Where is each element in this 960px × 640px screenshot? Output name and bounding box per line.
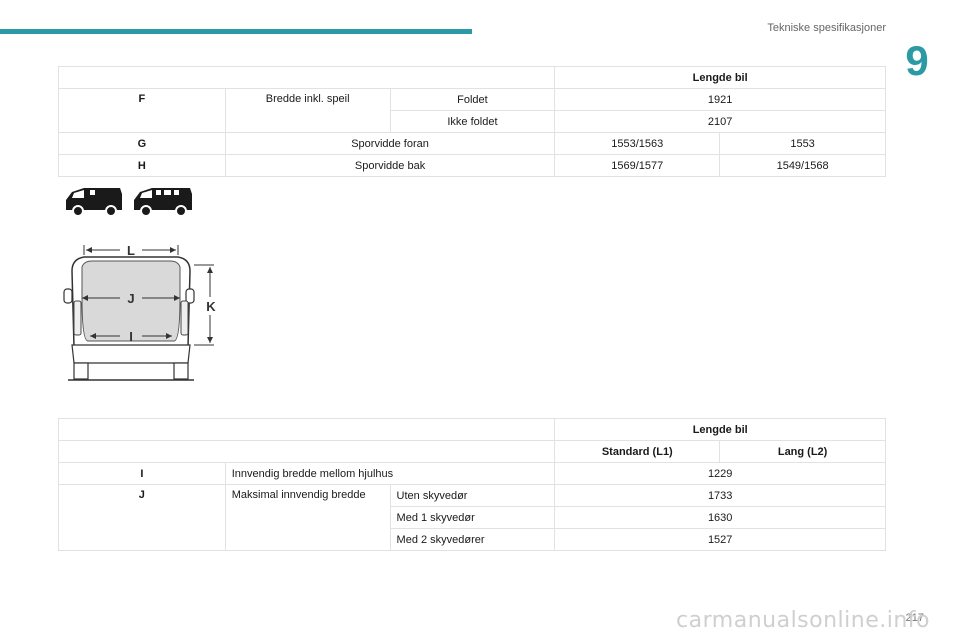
- value-one-sliding-door: 1630: [554, 506, 886, 529]
- van-long-icon: [134, 188, 192, 217]
- header-vehicle-length: Lengde bil: [554, 418, 886, 441]
- row-label-h: Sporvidde bak: [224, 154, 556, 177]
- col-header-long: Lang (L2): [719, 440, 886, 463]
- tail-light-right: [180, 300, 189, 336]
- interior-width-table: Lengde bil Standard (L1) Lang (L2) I Inn…: [57, 418, 886, 551]
- table-header-row: Standard (L1) Lang (L2): [57, 440, 886, 463]
- dim-label-k: K: [206, 299, 216, 314]
- row-label-i: Innvendig bredde mellom hjulhus: [224, 462, 556, 485]
- dim-label-i: I: [129, 329, 133, 344]
- table-row: J Maksimal innvendig bredde Uten skyvedø…: [58, 484, 886, 551]
- value-no-sliding-door: 1733: [554, 484, 886, 507]
- header-vehicle-length: Lengde bil: [554, 66, 886, 89]
- van-icons-svg: [66, 188, 192, 217]
- top-accent-bar: [0, 29, 472, 34]
- chapter-number: 9: [905, 37, 929, 84]
- watermark: carmanualsonline.info: [676, 608, 930, 633]
- vehicle-icons: [64, 186, 194, 223]
- row-label-j: Maksimal innvendig bredde: [224, 484, 391, 551]
- table-row: F Bredde inkl. speil Foldet 1921: [58, 88, 886, 133]
- value-g-a: 1553/1563: [554, 132, 721, 155]
- row-code-j: J: [58, 484, 226, 551]
- table-row: H Sporvidde bak 1569/1577 1549/1568: [58, 154, 886, 177]
- wheel-right: [173, 362, 189, 380]
- value-h-b: 1549/1568: [719, 154, 886, 177]
- row-label-f: Bredde inkl. speil: [224, 88, 391, 133]
- rear-view-diagram: L J I K: [58, 237, 228, 392]
- width-track-table: Lengde bil F Bredde inkl. speil Foldet 1…: [57, 66, 886, 177]
- rear-view-svg: L J I K: [63, 243, 216, 381]
- row-code-h: H: [58, 154, 226, 177]
- table-header-row: Lengde bil: [57, 418, 886, 441]
- value-folded: 1921: [554, 88, 886, 111]
- value-two-sliding-doors: 1527: [554, 528, 886, 551]
- rear-bumper: [71, 344, 191, 364]
- sub-label-two-sliding-doors: Med 2 skyvedører: [389, 528, 556, 551]
- row-label-g: Sporvidde foran: [224, 132, 556, 155]
- row-code-g: G: [58, 132, 226, 155]
- value-i: 1229: [554, 462, 886, 485]
- col-header-standard: Standard (L1): [554, 440, 721, 463]
- value-h-a: 1569/1577: [554, 154, 721, 177]
- dim-label-l: L: [127, 243, 135, 258]
- van-short-icon: [66, 188, 122, 217]
- section-title: Tekniske spesifikasjoner: [767, 22, 886, 34]
- row-code-f: F: [58, 88, 226, 133]
- sub-label-one-sliding-door: Med 1 skyvedør: [389, 506, 556, 529]
- table-row: G Sporvidde foran 1553/1563 1553: [58, 132, 886, 155]
- table-header-row: Lengde bil: [57, 66, 886, 89]
- dim-label-j: J: [127, 291, 134, 306]
- row-code-i: I: [58, 462, 226, 485]
- value-unfolded: 2107: [554, 110, 886, 133]
- sub-label-unfolded: Ikke foldet: [389, 110, 556, 133]
- sub-label-no-sliding-door: Uten skyvedør: [389, 484, 556, 507]
- wheel-left: [73, 362, 89, 380]
- tail-light-left: [73, 300, 82, 336]
- mirror-left: [63, 288, 73, 304]
- value-g-b: 1553: [719, 132, 886, 155]
- table-row: I Innvendig bredde mellom hjulhus 1229: [58, 462, 886, 485]
- sub-label-folded: Foldet: [389, 88, 556, 111]
